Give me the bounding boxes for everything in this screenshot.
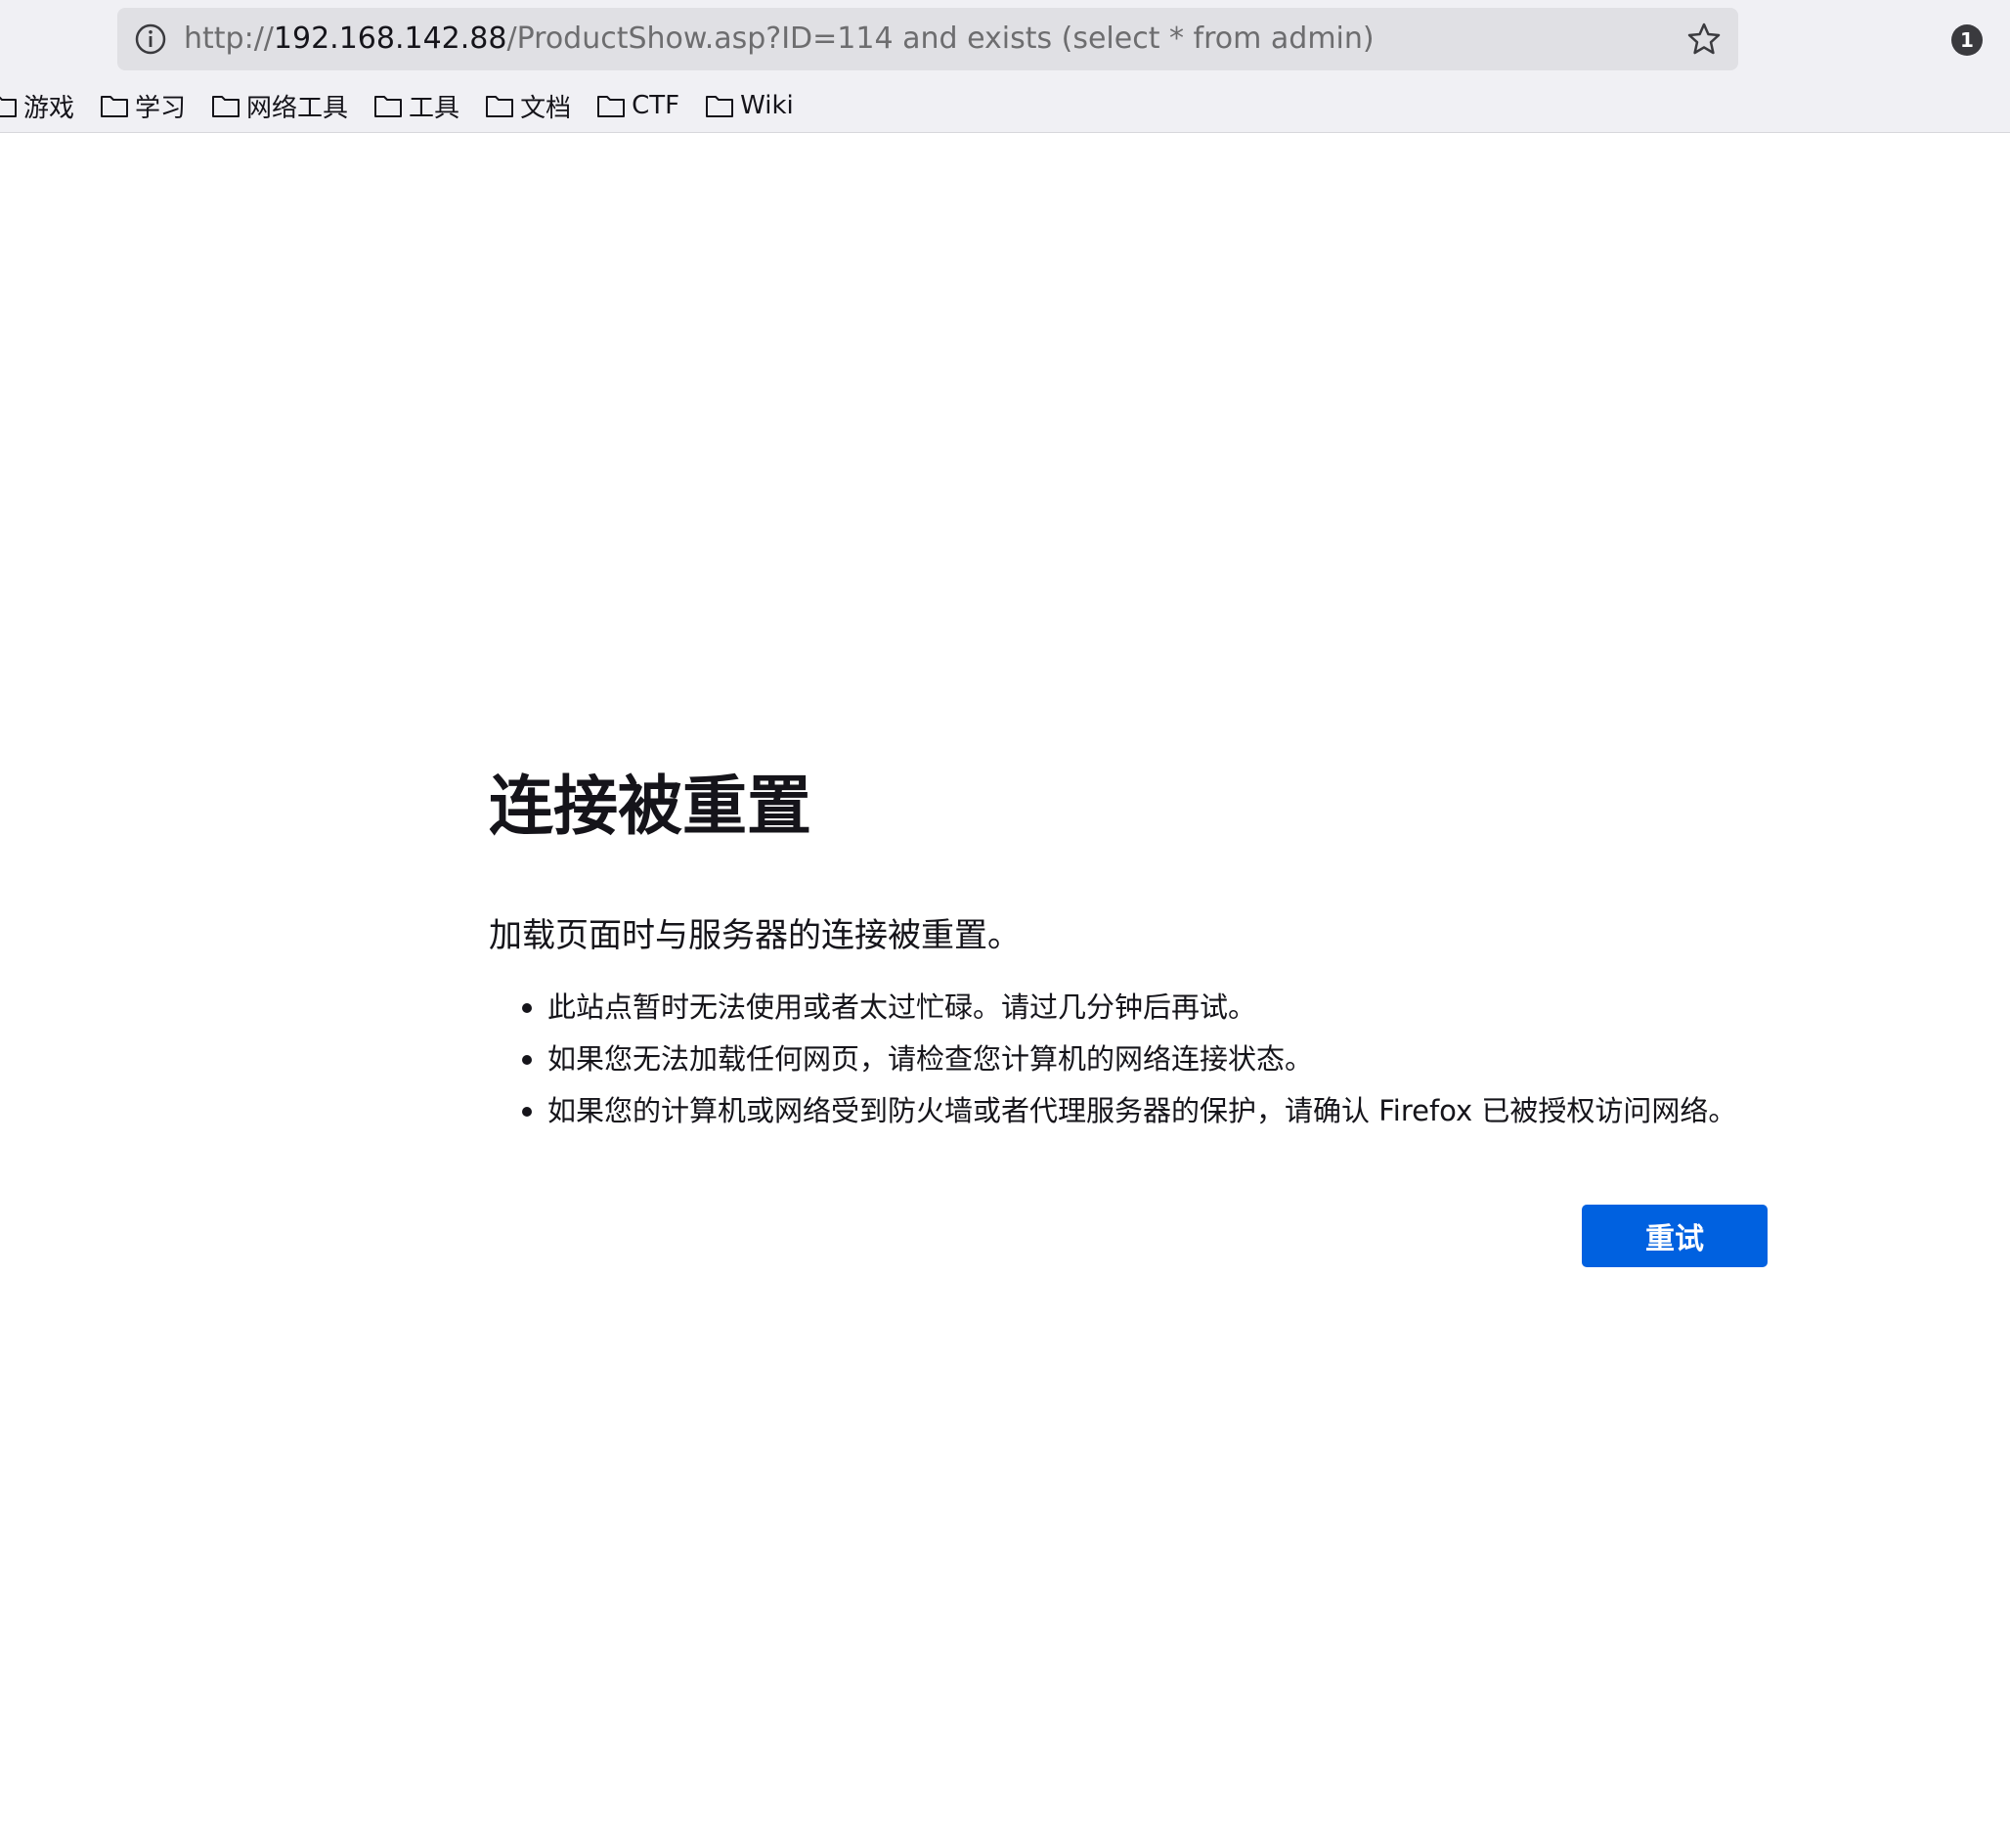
bookmark-folder-youxi[interactable]: 游戏	[0, 88, 74, 124]
bookmark-folder-ctf[interactable]: CTF	[596, 91, 679, 120]
bookmark-star-icon[interactable]	[1685, 21, 1723, 58]
folder-icon	[597, 96, 626, 117]
url-host: 192.168.142.88	[273, 22, 507, 56]
url-text[interactable]: http://192.168.142.88/ProductShow.asp?ID…	[184, 8, 1375, 70]
error-description: 加载页面时与服务器的连接被重置。	[489, 916, 1021, 955]
folder-icon	[0, 96, 17, 117]
info-icon[interactable]	[133, 22, 168, 57]
folder-icon	[101, 96, 129, 117]
folder-icon	[212, 96, 240, 117]
bookmark-folder-wiki[interactable]: Wiki	[705, 91, 794, 120]
bookmark-folder-network-tools[interactable]: 网络工具	[211, 88, 348, 124]
bookmark-label: 学习	[135, 93, 187, 123]
notification-badge[interactable]: 1	[1951, 24, 1983, 56]
error-tip: 如果您的计算机或网络受到防火墙或者代理服务器的保护，请确认 Firefox 已被…	[522, 1085, 1770, 1137]
address-bar[interactable]: http://192.168.142.88/ProductShow.asp?ID…	[117, 8, 1738, 70]
error-tip: 此站点暂时无法使用或者太过忙碌。请过几分钟后再试。	[522, 982, 1770, 1034]
error-title: 连接被重置	[489, 769, 811, 844]
error-tips-list: 此站点暂时无法使用或者太过忙碌。请过几分钟后再试。 如果您无法加载任何网页，请检…	[489, 982, 1770, 1137]
bookmark-label: 游戏	[23, 93, 75, 123]
bookmark-folder-tools[interactable]: 工具	[373, 88, 459, 124]
bookmark-label: 文档	[520, 93, 572, 123]
bookmarks-toolbar: 游戏 学习 网络工具 工具 文档 CTF Wiki	[0, 84, 794, 127]
retry-button[interactable]: 重试	[1582, 1205, 1768, 1267]
bookmark-folder-xuexi[interactable]: 学习	[100, 88, 186, 124]
bookmark-label: CTF	[632, 91, 680, 120]
folder-icon	[486, 96, 514, 117]
url-scheme: http://	[184, 22, 274, 56]
folder-icon	[374, 96, 403, 117]
url-path: /ProductShow.asp?ID=114 and exists (sele…	[506, 22, 1375, 56]
error-tip: 如果您无法加载任何网页，请检查您计算机的网络连接状态。	[522, 1034, 1770, 1085]
browser-toolbar: http://192.168.142.88/ProductShow.asp?ID…	[0, 0, 2010, 133]
folder-icon	[706, 96, 734, 117]
bookmark-label: Wiki	[740, 91, 794, 120]
bookmark-label: 工具	[409, 93, 460, 123]
bookmark-folder-docs[interactable]: 文档	[485, 88, 571, 124]
bookmark-label: 网络工具	[246, 93, 349, 123]
error-page-container: 连接被重置 加载页面时与服务器的连接被重置。 此站点暂时无法使用或者太过忙碌。请…	[489, 753, 1770, 1267]
